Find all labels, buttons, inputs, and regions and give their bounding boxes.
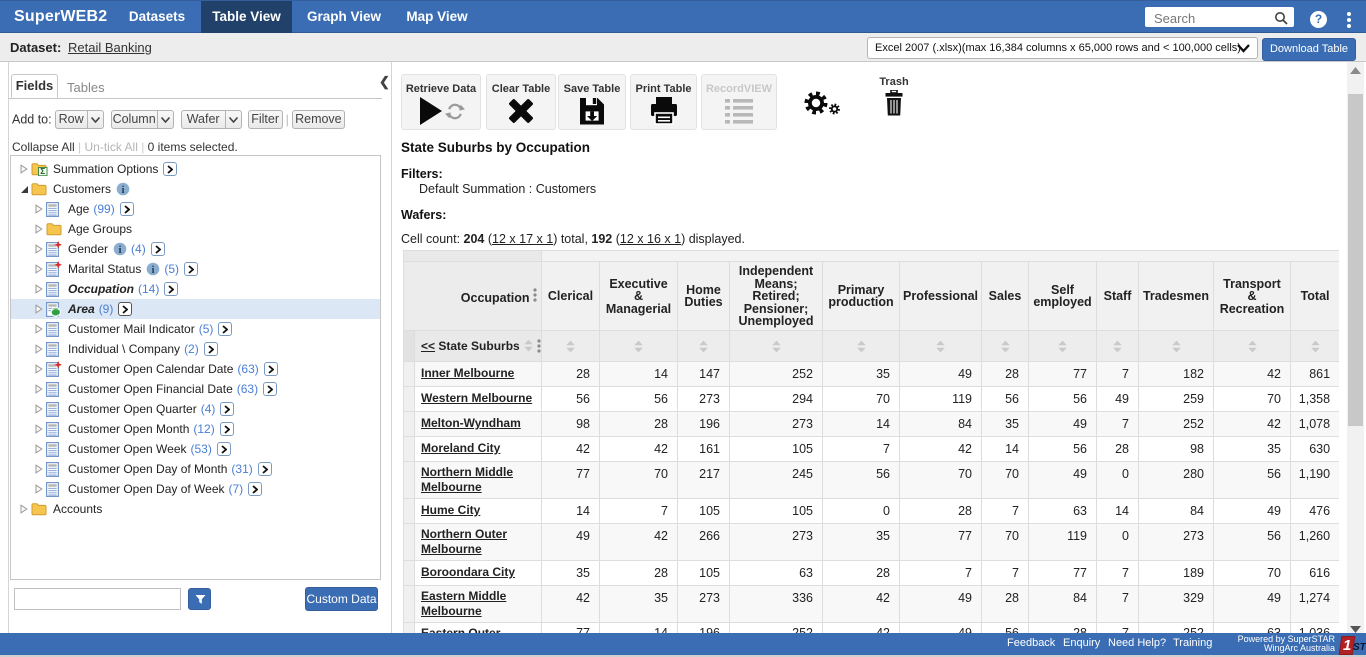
svg-text:Σ: Σ: [40, 166, 45, 176]
svg-text:i: i: [121, 184, 124, 196]
svg-text:i: i: [152, 264, 155, 276]
svg-text:i: i: [119, 244, 122, 256]
